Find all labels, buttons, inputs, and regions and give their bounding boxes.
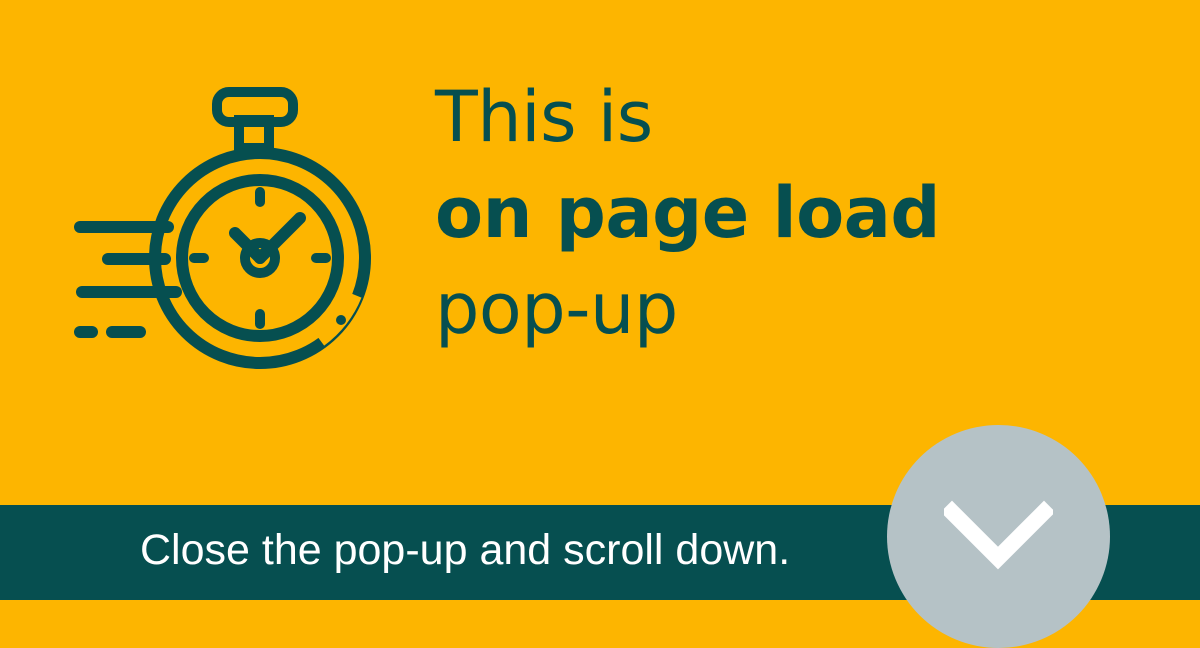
popup-headline: This is on page load pop-up [435,82,1135,344]
headline-line-1: This is [435,76,653,158]
scroll-down-button[interactable] [887,425,1110,648]
headline-line-2: on page load [435,172,941,254]
chevron-down-icon [944,500,1053,570]
footer-message: Close the pop-up and scroll down. [140,526,791,574]
headline-line-3: pop-up [435,268,678,350]
stopwatch-icon [70,82,390,382]
